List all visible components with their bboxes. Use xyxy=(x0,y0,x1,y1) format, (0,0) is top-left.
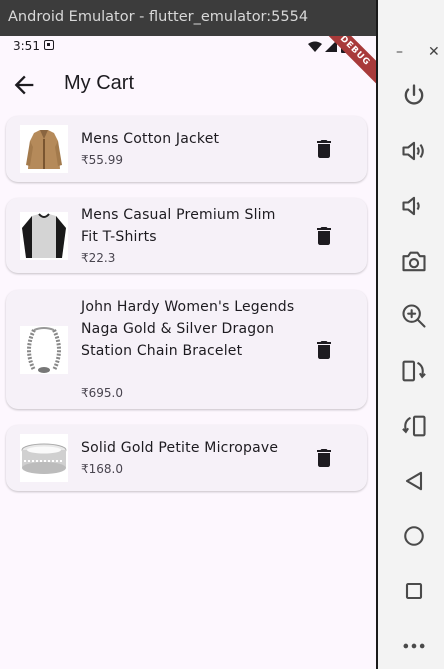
product-price: ₹55.99 xyxy=(81,153,123,167)
camera-icon[interactable] xyxy=(400,248,428,276)
cart-item[interactable]: Solid Gold Petite Micropave ₹168.0 xyxy=(6,425,367,491)
product-price: ₹168.0 xyxy=(81,462,123,476)
product-name: John Hardy Women's Legends Naga Gold & S… xyxy=(81,299,295,359)
emulator-toolbar: – ✕ xyxy=(376,0,444,669)
power-icon[interactable] xyxy=(400,82,428,110)
product-name: Mens Cotton Jacket xyxy=(81,131,220,147)
volume-up-icon[interactable] xyxy=(400,137,428,165)
product-name: Solid Gold Petite Micropave xyxy=(81,440,279,456)
cart-item[interactable]: Mens Cotton Jacket ₹55.99 xyxy=(6,116,367,182)
notification-icon xyxy=(44,40,54,50)
delete-icon[interactable] xyxy=(312,338,336,362)
page-title: My Cart xyxy=(64,72,134,94)
status-time: 3:51 xyxy=(13,39,40,53)
product-name: Mens Casual Premium Slim Fit T-Shirts xyxy=(81,207,276,245)
rotate-right-icon[interactable] xyxy=(400,412,428,440)
more-icon[interactable] xyxy=(400,632,428,660)
product-image-bracelet xyxy=(20,326,68,374)
product-image-ring xyxy=(20,434,68,482)
back-arrow-icon[interactable] xyxy=(10,71,38,99)
delete-icon[interactable] xyxy=(312,137,336,161)
emulator-window-title: Android Emulator - flutter_emulator:5554 xyxy=(0,0,376,36)
delete-icon[interactable] xyxy=(312,224,336,248)
home-icon[interactable] xyxy=(400,522,428,550)
cart-item[interactable]: John Hardy Women's Legends Naga Gold & S… xyxy=(6,290,367,409)
delete-icon[interactable] xyxy=(312,446,336,470)
back-icon[interactable] xyxy=(400,467,428,495)
minimize-button[interactable]: – xyxy=(396,44,403,60)
volume-down-icon[interactable] xyxy=(400,192,428,220)
overview-icon[interactable] xyxy=(400,577,428,605)
product-price: ₹695.0 xyxy=(81,386,123,400)
product-image-tshirt xyxy=(20,212,68,260)
app-bar: My Cart xyxy=(0,58,376,114)
status-bar: 3:51 xyxy=(0,36,376,58)
cart-item[interactable]: Mens Casual Premium Slim Fit T-Shirts ₹2… xyxy=(6,198,367,273)
zoom-icon[interactable] xyxy=(400,302,428,330)
rotate-left-icon[interactable] xyxy=(400,357,428,385)
product-price: ₹22.3 xyxy=(81,251,116,265)
product-image-jacket xyxy=(20,125,68,173)
phone-screen: 3:51 DEBUG My Cart Mens Cotton Jacket ₹5… xyxy=(0,36,376,669)
close-button[interactable]: ✕ xyxy=(428,44,440,60)
